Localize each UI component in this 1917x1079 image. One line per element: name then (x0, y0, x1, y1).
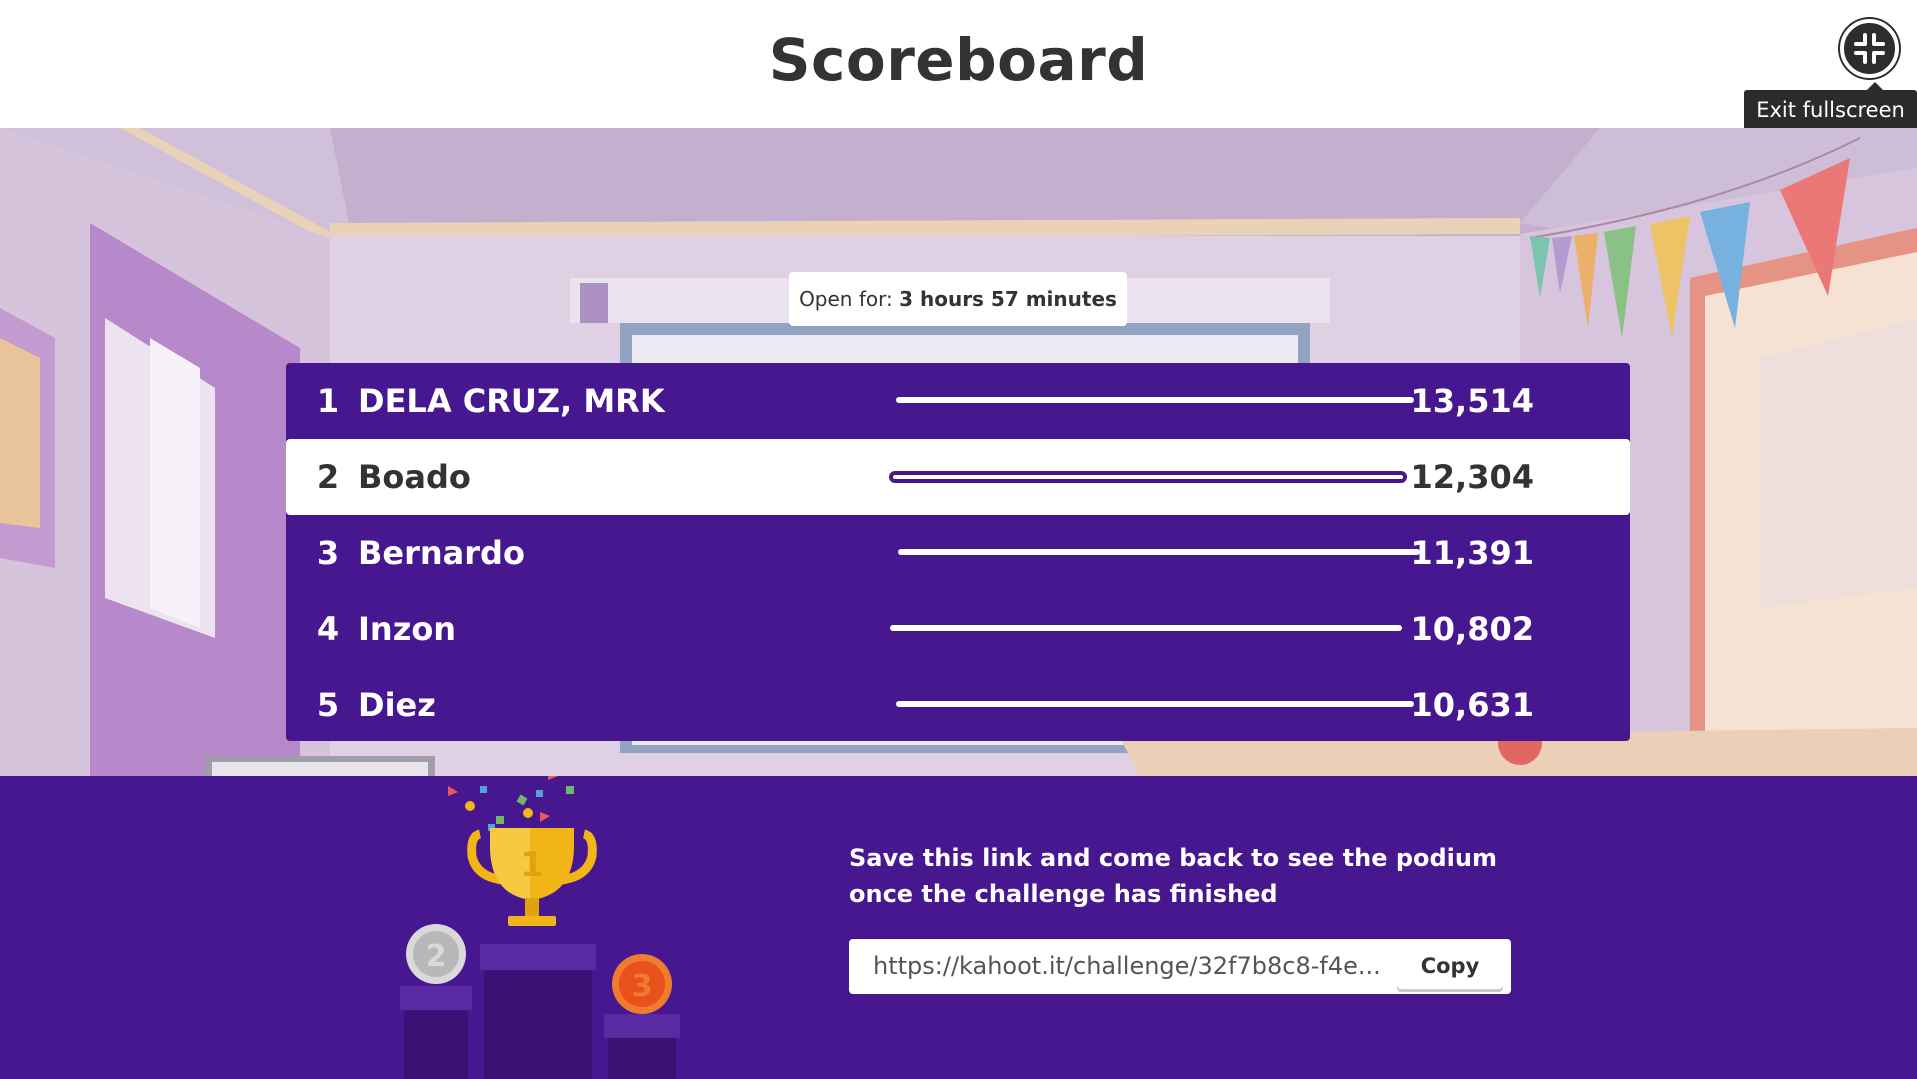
timer-label: Open for: (799, 287, 893, 311)
timer-value: 3 hours 57 minutes (899, 287, 1117, 311)
trophy-podium-icon: 1 2 3 (400, 776, 680, 1079)
save-message-line2: once the challenge has finished (849, 880, 1278, 908)
player-score: 13,514 (1410, 382, 1534, 420)
scoreboard-row: 5 Diez 10,631 (286, 667, 1630, 743)
player-rank: 2 (316, 458, 340, 496)
score-bar (890, 625, 1402, 631)
save-message-line1: Save this link and come back to see the … (849, 844, 1497, 872)
scoreboard-row: 4 Inzon 10,802 (286, 591, 1630, 667)
player-rank: 3 (316, 534, 340, 572)
player-score: 10,802 (1410, 610, 1534, 648)
player-name: Diez (358, 686, 436, 724)
player-score: 11,391 (1410, 534, 1534, 572)
score-bar (889, 471, 1407, 483)
challenge-link-box: https://kahoot.it/challenge/32f7b8c8-f4e… (849, 939, 1511, 994)
player-rank: 4 (316, 610, 340, 648)
score-bar (898, 549, 1420, 555)
score-bar (896, 701, 1414, 707)
player-name: DELA CRUZ, MRK (358, 382, 665, 420)
exit-fullscreen-tooltip: Exit fullscreen (1744, 82, 1917, 131)
player-score: 12,304 (1410, 458, 1534, 496)
exit-fullscreen-button[interactable] (1840, 19, 1899, 78)
player-name: Bernardo (358, 534, 525, 572)
svg-text:3: 3 (632, 969, 653, 1004)
scoreboard-row: 1 DELA CRUZ, MRK 13,514 (286, 363, 1630, 439)
player-score: 10,631 (1410, 686, 1534, 724)
player-name: Boado (358, 458, 471, 496)
page-title: Scoreboard (768, 26, 1149, 94)
svg-text:1: 1 (520, 845, 544, 885)
player-rank: 5 (316, 686, 340, 724)
scoreboard-row: 3 Bernardo 11,391 (286, 515, 1630, 591)
player-name: Inzon (358, 610, 457, 648)
challenge-link-field[interactable]: https://kahoot.it/challenge/32f7b8c8-f4e… (873, 939, 1383, 994)
challenge-timer: Open for: 3 hours 57 minutes (789, 272, 1127, 326)
copy-link-button[interactable]: Copy (1397, 943, 1503, 989)
footer-panel: 1 2 3 Save this link and come back to se… (0, 776, 1917, 1079)
scoreboard-list: 1 DELA CRUZ, MRK 13,514 2 Boado 12,304 3… (286, 363, 1630, 741)
svg-text:2: 2 (426, 939, 447, 974)
player-rank: 1 (316, 382, 340, 420)
compress-icon (1854, 33, 1885, 64)
header: Scoreboard Exit fullscreen (0, 0, 1917, 131)
scoreboard-row-highlighted: 2 Boado 12,304 (286, 439, 1630, 515)
save-link-message: Save this link and come back to see the … (849, 840, 1529, 912)
score-bar (896, 397, 1414, 403)
